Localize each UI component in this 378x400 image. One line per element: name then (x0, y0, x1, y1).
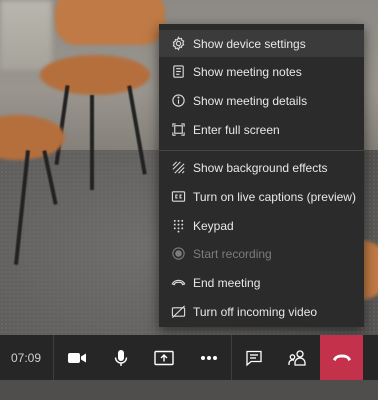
info-icon (172, 94, 185, 107)
microphone-icon (114, 349, 128, 366)
menu-item-meeting-notes[interactable]: Show meeting notes (159, 58, 364, 85)
menu-item-label: Start recording (193, 246, 272, 261)
divider (231, 335, 232, 380)
menu-item-label: Show meeting notes (193, 64, 302, 79)
gear-icon (172, 36, 185, 51)
menu-item-label: Show device settings (193, 36, 306, 51)
hang-up-icon (332, 354, 351, 361)
keypad-icon (173, 219, 184, 233)
menu-item-label: End meeting (193, 275, 261, 290)
video-off-icon (171, 305, 186, 318)
menu-item-label: Turn off incoming video (193, 304, 318, 319)
record-icon (172, 247, 185, 260)
menu-item-incoming-video[interactable]: Turn off incoming video (159, 298, 364, 325)
notes-icon (173, 65, 184, 78)
background-chair (55, 0, 165, 45)
more-options-menu: Show device settings Show meeting notes … (159, 24, 364, 327)
menu-divider (159, 150, 364, 151)
menu-item-start-recording[interactable]: Start recording (159, 240, 364, 267)
menu-item-label: Turn on live captions (preview) (193, 189, 356, 204)
fullscreen-icon (172, 123, 185, 136)
menu-item-keypad[interactable]: Keypad (159, 212, 364, 239)
background-chair-seat (40, 55, 150, 95)
menu-item-label: Keypad (193, 218, 234, 233)
menu-item-background-effects[interactable]: Show background effects (159, 154, 364, 181)
more-options-button[interactable] (194, 335, 224, 380)
hang-up-button[interactable] (320, 335, 363, 380)
captions-icon (171, 191, 186, 202)
participants-icon (288, 349, 306, 366)
menu-item-device-settings[interactable]: Show device settings (159, 30, 364, 57)
call-timer: 07:09 (10, 350, 42, 365)
chat-icon (246, 350, 262, 366)
chat-button[interactable] (239, 335, 269, 380)
menu-item-label: Enter full screen (193, 122, 280, 137)
video-background-bottom (0, 380, 378, 400)
share-screen-icon (154, 350, 174, 365)
menu-item-label: Show background effects (193, 160, 328, 175)
menu-item-full-screen[interactable]: Enter full screen (159, 116, 364, 143)
participants-button[interactable] (282, 335, 312, 380)
menu-item-label: Show meeting details (193, 93, 308, 108)
share-screen-button[interactable] (149, 335, 179, 380)
menu-item-live-captions[interactable]: Turn on live captions (preview) (159, 183, 364, 210)
camera-icon (68, 352, 86, 363)
menu-item-meeting-details[interactable]: Show meeting details (159, 87, 364, 114)
divider (53, 335, 54, 380)
end-meeting-icon (171, 279, 186, 286)
microphone-button[interactable] (106, 335, 136, 380)
more-options-icon (201, 355, 217, 360)
background-effects-icon (172, 161, 185, 174)
camera-button[interactable] (62, 335, 92, 380)
background-window (0, 0, 52, 70)
menu-item-end-meeting[interactable]: End meeting (159, 269, 364, 296)
